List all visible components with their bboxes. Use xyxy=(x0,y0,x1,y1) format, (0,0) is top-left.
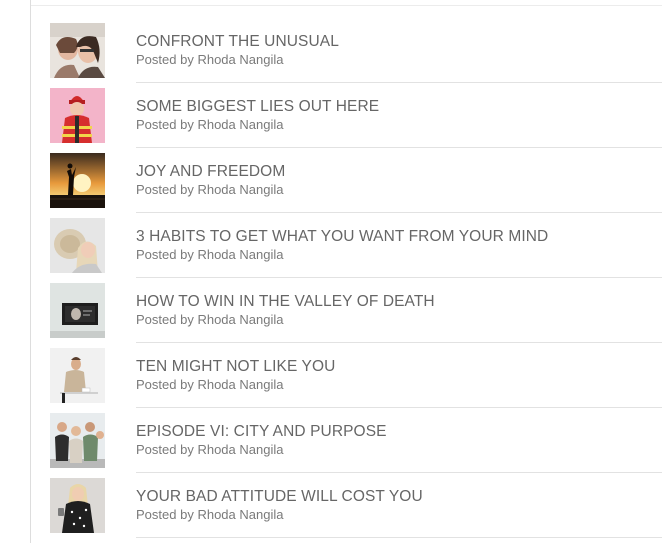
post-byline: Posted by Rhoda Nangila xyxy=(136,506,662,523)
post-byline: Posted by Rhoda Nangila xyxy=(136,311,662,328)
post-text: YOUR BAD ATTITUDE WILL COST YOU Posted b… xyxy=(136,487,662,523)
post-title-link[interactable]: HOW TO WIN IN THE VALLEY OF DEATH xyxy=(136,292,662,311)
sunset-silhouette-photo-icon[interactable] xyxy=(50,153,105,208)
post-text: HOW TO WIN IN THE VALLEY OF DEATH Posted… xyxy=(136,292,662,328)
post-list-item: TEN MIGHT NOT LIKE YOU Posted by Rhoda N… xyxy=(50,343,662,408)
post-byline: Posted by Rhoda Nangila xyxy=(136,376,662,393)
byline-prefix: Posted by xyxy=(136,182,194,197)
post-byline: Posted by Rhoda Nangila xyxy=(136,441,662,458)
author-link[interactable]: Rhoda Nangila xyxy=(197,182,283,197)
sidebar-divider xyxy=(30,0,31,543)
author-link[interactable]: Rhoda Nangila xyxy=(197,117,283,132)
post-text: JOY AND FREEDOM Posted by Rhoda Nangila xyxy=(136,162,662,198)
two-women-photo-icon[interactable] xyxy=(50,23,105,78)
woman-in-dress-photo-icon[interactable] xyxy=(50,478,105,533)
post-text: SOME BIGGEST LIES OUT HERE Posted by Rho… xyxy=(136,97,662,133)
post-byline: Posted by Rhoda Nangila xyxy=(136,51,662,68)
top-divider xyxy=(31,5,662,6)
author-link[interactable]: Rhoda Nangila xyxy=(197,377,283,392)
post-list-item: YOUR BAD ATTITUDE WILL COST YOU Posted b… xyxy=(50,473,662,538)
post-list-item: EPISODE VI: CITY AND PURPOSE Posted by R… xyxy=(50,408,662,473)
author-link[interactable]: Rhoda Nangila xyxy=(197,247,283,262)
post-text: CONFRONT THE UNUSUAL Posted by Rhoda Nan… xyxy=(136,32,662,68)
byline-prefix: Posted by xyxy=(136,442,194,457)
group-of-friends-photo-icon[interactable] xyxy=(50,413,105,468)
post-text: EPISODE VI: CITY AND PURPOSE Posted by R… xyxy=(136,422,662,458)
post-byline: Posted by Rhoda Nangila xyxy=(136,116,662,133)
post-title-link[interactable]: YOUR BAD ATTITUDE WILL COST YOU xyxy=(136,487,662,506)
post-text: TEN MIGHT NOT LIKE YOU Posted by Rhoda N… xyxy=(136,357,662,393)
woman-with-hat-photo-icon[interactable] xyxy=(50,218,105,273)
post-list-item: JOY AND FREEDOM Posted by Rhoda Nangila xyxy=(50,148,662,213)
author-link[interactable]: Rhoda Nangila xyxy=(197,442,283,457)
author-link[interactable]: Rhoda Nangila xyxy=(197,52,283,67)
item-divider xyxy=(136,537,662,538)
post-title-link[interactable]: EPISODE VI: CITY AND PURPOSE xyxy=(136,422,662,441)
post-text: 3 HABITS TO GET WHAT YOU WANT FROM YOUR … xyxy=(136,227,662,263)
post-list-item: 3 HABITS TO GET WHAT YOU WANT FROM YOUR … xyxy=(50,213,662,278)
author-link[interactable]: Rhoda Nangila xyxy=(197,507,283,522)
byline-prefix: Posted by xyxy=(136,312,194,327)
post-title-link[interactable]: CONFRONT THE UNUSUAL xyxy=(136,32,662,51)
byline-prefix: Posted by xyxy=(136,377,194,392)
byline-prefix: Posted by xyxy=(136,247,194,262)
firefighter-costume-photo-icon[interactable] xyxy=(50,88,105,143)
framed-portrait-wall-photo-icon[interactable] xyxy=(50,283,105,338)
post-title-link[interactable]: SOME BIGGEST LIES OUT HERE xyxy=(136,97,662,116)
post-byline: Posted by Rhoda Nangila xyxy=(136,246,662,263)
post-list-item: SOME BIGGEST LIES OUT HERE Posted by Rho… xyxy=(50,83,662,148)
post-title-link[interactable]: TEN MIGHT NOT LIKE YOU xyxy=(136,357,662,376)
man-at-desk-photo-icon[interactable] xyxy=(50,348,105,403)
post-list-item: CONFRONT THE UNUSUAL Posted by Rhoda Nan… xyxy=(50,18,662,83)
post-list-item: HOW TO WIN IN THE VALLEY OF DEATH Posted… xyxy=(50,278,662,343)
author-link[interactable]: Rhoda Nangila xyxy=(197,312,283,327)
byline-prefix: Posted by xyxy=(136,117,194,132)
byline-prefix: Posted by xyxy=(136,507,194,522)
byline-prefix: Posted by xyxy=(136,52,194,67)
post-title-link[interactable]: 3 HABITS TO GET WHAT YOU WANT FROM YOUR … xyxy=(136,227,662,246)
post-title-link[interactable]: JOY AND FREEDOM xyxy=(136,162,662,181)
recent-posts-list: CONFRONT THE UNUSUAL Posted by Rhoda Nan… xyxy=(50,18,662,538)
post-byline: Posted by Rhoda Nangila xyxy=(136,181,662,198)
